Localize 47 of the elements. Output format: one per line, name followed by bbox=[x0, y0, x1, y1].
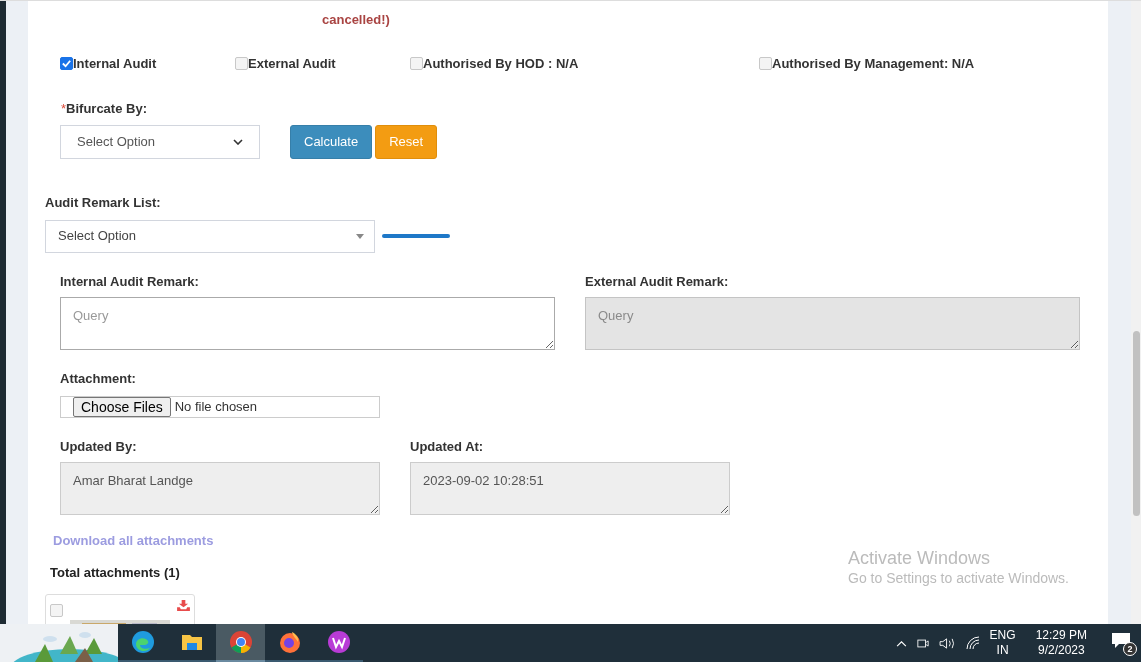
file-field[interactable]: Choose Files No file chosen bbox=[60, 395, 380, 418]
checkbox-label: Authorised By HOD : N/A bbox=[423, 55, 579, 73]
language-text[interactable]: ENG bbox=[989, 628, 1016, 643]
scrollbar-thumb[interactable] bbox=[1132, 331, 1140, 516]
select-field[interactable]: Select Option bbox=[60, 125, 260, 159]
field-label: External Audit Remark: bbox=[585, 272, 729, 291]
readonly-field[interactable]: Amar Bharat Landge bbox=[60, 462, 380, 515]
field-label: Updated At: bbox=[410, 437, 484, 456]
office-icon bbox=[326, 630, 351, 654]
activation-title: Activate Windows bbox=[848, 547, 992, 569]
caret-icon bbox=[356, 233, 364, 239]
loading-bar bbox=[382, 234, 450, 238]
language-text[interactable]: IN bbox=[996, 643, 1009, 658]
action-button[interactable]: Calculate bbox=[290, 125, 373, 159]
notification-badge: 2 bbox=[1123, 642, 1137, 656]
checkbox[interactable] bbox=[410, 57, 423, 71]
file-status: No file chosen bbox=[174, 397, 258, 416]
field-label: Attachment: bbox=[60, 370, 136, 388]
remark-field[interactable]: Query bbox=[60, 297, 555, 350]
wifi-icon[interactable] bbox=[965, 636, 980, 650]
clock-time[interactable]: 12:29 PM bbox=[1035, 628, 1087, 643]
chevron-up-icon[interactable] bbox=[895, 639, 907, 647]
checkbox[interactable] bbox=[60, 57, 73, 71]
browser-icon bbox=[228, 630, 253, 654]
activation-text: Go to Settings to activate Windows. bbox=[848, 569, 1069, 587]
checkbox[interactable] bbox=[235, 57, 248, 71]
readonly-field[interactable]: 2023-09-02 10:28:51 bbox=[410, 462, 730, 515]
field-label: Updated By: bbox=[60, 437, 137, 456]
notice-text: cancelled!) bbox=[322, 11, 390, 29]
checkbox-label: Authorised By Management: N/A bbox=[772, 55, 975, 73]
select-field[interactable]: Select Option bbox=[45, 219, 375, 253]
choose-files-button[interactable]: Choose Files bbox=[73, 396, 171, 417]
checkbox[interactable] bbox=[759, 57, 772, 71]
field-label: Internal Audit Remark: bbox=[60, 272, 199, 291]
notification-icon[interactable] bbox=[1111, 632, 1131, 650]
browser-icon bbox=[130, 630, 155, 654]
checkbox-label: Internal Audit bbox=[73, 55, 157, 73]
speaker-icon[interactable] bbox=[938, 636, 956, 650]
download-icon[interactable] bbox=[177, 600, 190, 611]
checkbox-label: External Audit bbox=[248, 55, 336, 73]
chevron-icon bbox=[233, 139, 243, 145]
field-label: *Bifurcate By: bbox=[61, 99, 147, 118]
browser-icon bbox=[277, 630, 302, 654]
checkbox[interactable] bbox=[50, 604, 63, 617]
field-label: Audit Remark List: bbox=[45, 194, 161, 212]
section-heading: Total attachments (1) bbox=[50, 563, 180, 582]
clock-date[interactable]: 9/2/2023 bbox=[1037, 643, 1085, 658]
